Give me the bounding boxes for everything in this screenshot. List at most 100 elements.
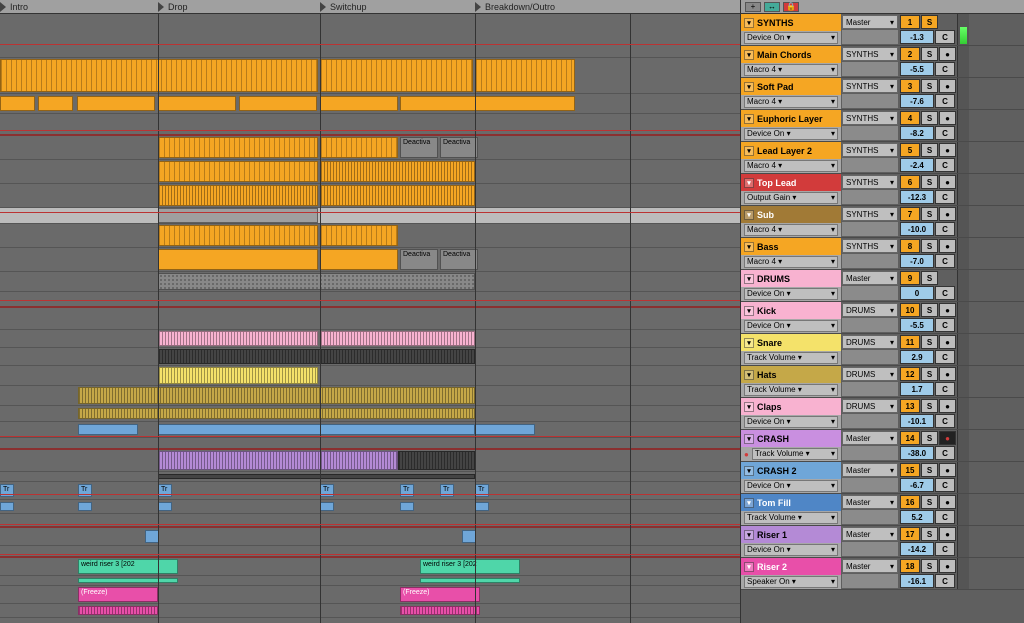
pan-control[interactable]: C (935, 382, 955, 396)
pan-control[interactable]: C (935, 222, 955, 236)
track-row[interactable]: ▾Top LeadOutput Gain ▾SYNTHS▾6S●-12.3C (741, 174, 1024, 206)
solo-button[interactable]: S (921, 175, 938, 189)
clip[interactable] (78, 578, 178, 583)
clip-tr[interactable]: Tr (158, 484, 172, 497)
pan-control[interactable]: C (935, 446, 955, 460)
clip[interactable] (400, 96, 575, 111)
solo-button[interactable]: S (921, 47, 938, 61)
track-activator[interactable]: 4 (900, 111, 920, 125)
device-chooser[interactable]: Macro 4 ▾ (744, 224, 838, 236)
clip[interactable] (158, 451, 398, 470)
track-header[interactable]: ▾Lead Layer 2 (741, 142, 841, 159)
arm-button[interactable]: ● (939, 527, 956, 541)
pan-control[interactable]: C (935, 158, 955, 172)
routing-chooser[interactable]: SYNTHS▾ (842, 47, 898, 61)
clip-tr[interactable]: Tr (440, 484, 454, 497)
arm-button[interactable]: ● (939, 335, 956, 349)
device-chooser[interactable]: Device On ▾ (744, 416, 838, 428)
track-activator[interactable]: 13 (900, 399, 920, 413)
track-row[interactable]: ▾SYNTHSDevice On ▾Master▾1S-1.3C (741, 14, 1024, 46)
clip[interactable] (475, 502, 489, 511)
solo-button[interactable]: S (921, 463, 938, 477)
arm-button[interactable]: ● (939, 463, 956, 477)
track-header[interactable]: ▾Kick (741, 302, 841, 319)
fold-button[interactable]: ▾ (744, 338, 754, 348)
track-activator[interactable]: 8 (900, 239, 920, 253)
device-chooser[interactable]: Device On ▾ (744, 32, 838, 44)
automation-clip[interactable] (158, 474, 475, 479)
clip[interactable] (158, 96, 236, 111)
track-row[interactable]: ▾DRUMSDevice On ▾Master▾9S0C (741, 270, 1024, 302)
clip[interactable] (320, 161, 475, 182)
fold-button[interactable]: ▾ (744, 242, 754, 252)
device-chooser[interactable]: Output Gain ▾ (744, 192, 838, 204)
clip[interactable] (320, 185, 475, 206)
fold-button[interactable]: ▾ (744, 370, 754, 380)
track-activator[interactable]: 10 (900, 303, 920, 317)
device-chooser[interactable]: Macro 4 ▾ (744, 160, 838, 172)
clip[interactable] (320, 96, 398, 111)
track-activator[interactable]: 3 (900, 79, 920, 93)
arm-button[interactable]: ● (939, 207, 956, 221)
pan-control[interactable]: C (935, 94, 955, 108)
pan-control[interactable]: C (935, 350, 955, 364)
device-chooser[interactable]: Macro 4 ▾ (744, 256, 838, 268)
clip[interactable] (398, 451, 475, 470)
solo-button[interactable]: S (921, 239, 938, 253)
fold-button[interactable]: ▾ (744, 530, 754, 540)
track-header[interactable]: ▾Soft Pad (741, 78, 841, 95)
track-row[interactable]: ▾SnareTrack Volume ▾DRUMS▾11S●2.9C (741, 334, 1024, 366)
track-volume[interactable]: 0 (900, 286, 934, 300)
track-volume[interactable]: -8.2 (900, 126, 934, 140)
clip[interactable] (78, 502, 92, 511)
pan-control[interactable]: C (935, 510, 955, 524)
track-header[interactable]: ▾Sub (741, 206, 841, 223)
track-volume[interactable]: -5.5 (900, 62, 934, 76)
routing-chooser[interactable]: DRUMS▾ (842, 335, 898, 349)
track-row[interactable]: ▾Main ChordsMacro 4 ▾SYNTHS▾2S●-5.5C (741, 46, 1024, 78)
track-header[interactable]: ▾SYNTHS (741, 14, 841, 31)
device-chooser[interactable]: Track Volume ▾ (744, 384, 838, 396)
clip-tr[interactable]: Tr (475, 484, 489, 497)
track-activator[interactable]: 6 (900, 175, 920, 189)
fold-button[interactable]: ▾ (744, 402, 754, 412)
pan-control[interactable]: C (935, 318, 955, 332)
fold-button[interactable]: ▾ (744, 466, 754, 476)
arm-button[interactable]: ● (939, 367, 956, 381)
clip[interactable] (475, 59, 575, 92)
track-row[interactable]: ▾SubMacro 4 ▾SYNTHS▾7S●-10.0C (741, 206, 1024, 238)
arm-button[interactable]: ● (939, 431, 956, 445)
clip-freeze[interactable]: (Freeze) (400, 587, 480, 602)
locator-drop[interactable]: Drop (158, 0, 188, 14)
track-row[interactable]: ▾Lead Layer 2Macro 4 ▾SYNTHS▾5S●-2.4C (741, 142, 1024, 174)
clip-tr[interactable]: Tr (400, 484, 414, 497)
solo-button[interactable]: S (921, 527, 938, 541)
arrangement-view[interactable]: Intro Drop Switchup Breakdown/Outro (0, 0, 740, 623)
clip[interactable] (158, 249, 318, 270)
track-volume[interactable]: -1.3 (900, 30, 934, 44)
routing-chooser[interactable]: DRUMS▾ (842, 367, 898, 381)
clip[interactable] (158, 502, 172, 511)
locator-bar[interactable]: Intro Drop Switchup Breakdown/Outro (0, 0, 740, 14)
track-row[interactable]: ▾Riser 2Speaker On ▾Master▾18S●-16.1C (741, 558, 1024, 590)
solo-button[interactable]: S (921, 303, 938, 317)
track-activator[interactable]: 18 (900, 559, 920, 573)
track-volume[interactable]: 2.9 (900, 350, 934, 364)
track-activator[interactable]: 12 (900, 367, 920, 381)
clip-freeze[interactable]: (Freeze) (78, 587, 158, 602)
track-activator[interactable]: 17 (900, 527, 920, 541)
clip[interactable] (239, 96, 317, 111)
routing-chooser[interactable]: Master▾ (842, 463, 898, 477)
pan-control[interactable]: C (935, 478, 955, 492)
arm-button[interactable]: ● (939, 47, 956, 61)
device-chooser[interactable]: Macro 4 ▾ (744, 64, 838, 76)
track-volume[interactable]: 1.7 (900, 382, 934, 396)
solo-button[interactable]: S (921, 79, 938, 93)
fold-button[interactable]: ▾ (744, 50, 754, 60)
track-volume[interactable]: -12.3 (900, 190, 934, 204)
clip[interactable] (158, 367, 318, 384)
solo-button[interactable]: S (921, 399, 938, 413)
arm-button[interactable]: ● (939, 111, 956, 125)
track-header[interactable]: ▾Claps (741, 398, 841, 415)
clip[interactable] (145, 530, 159, 543)
